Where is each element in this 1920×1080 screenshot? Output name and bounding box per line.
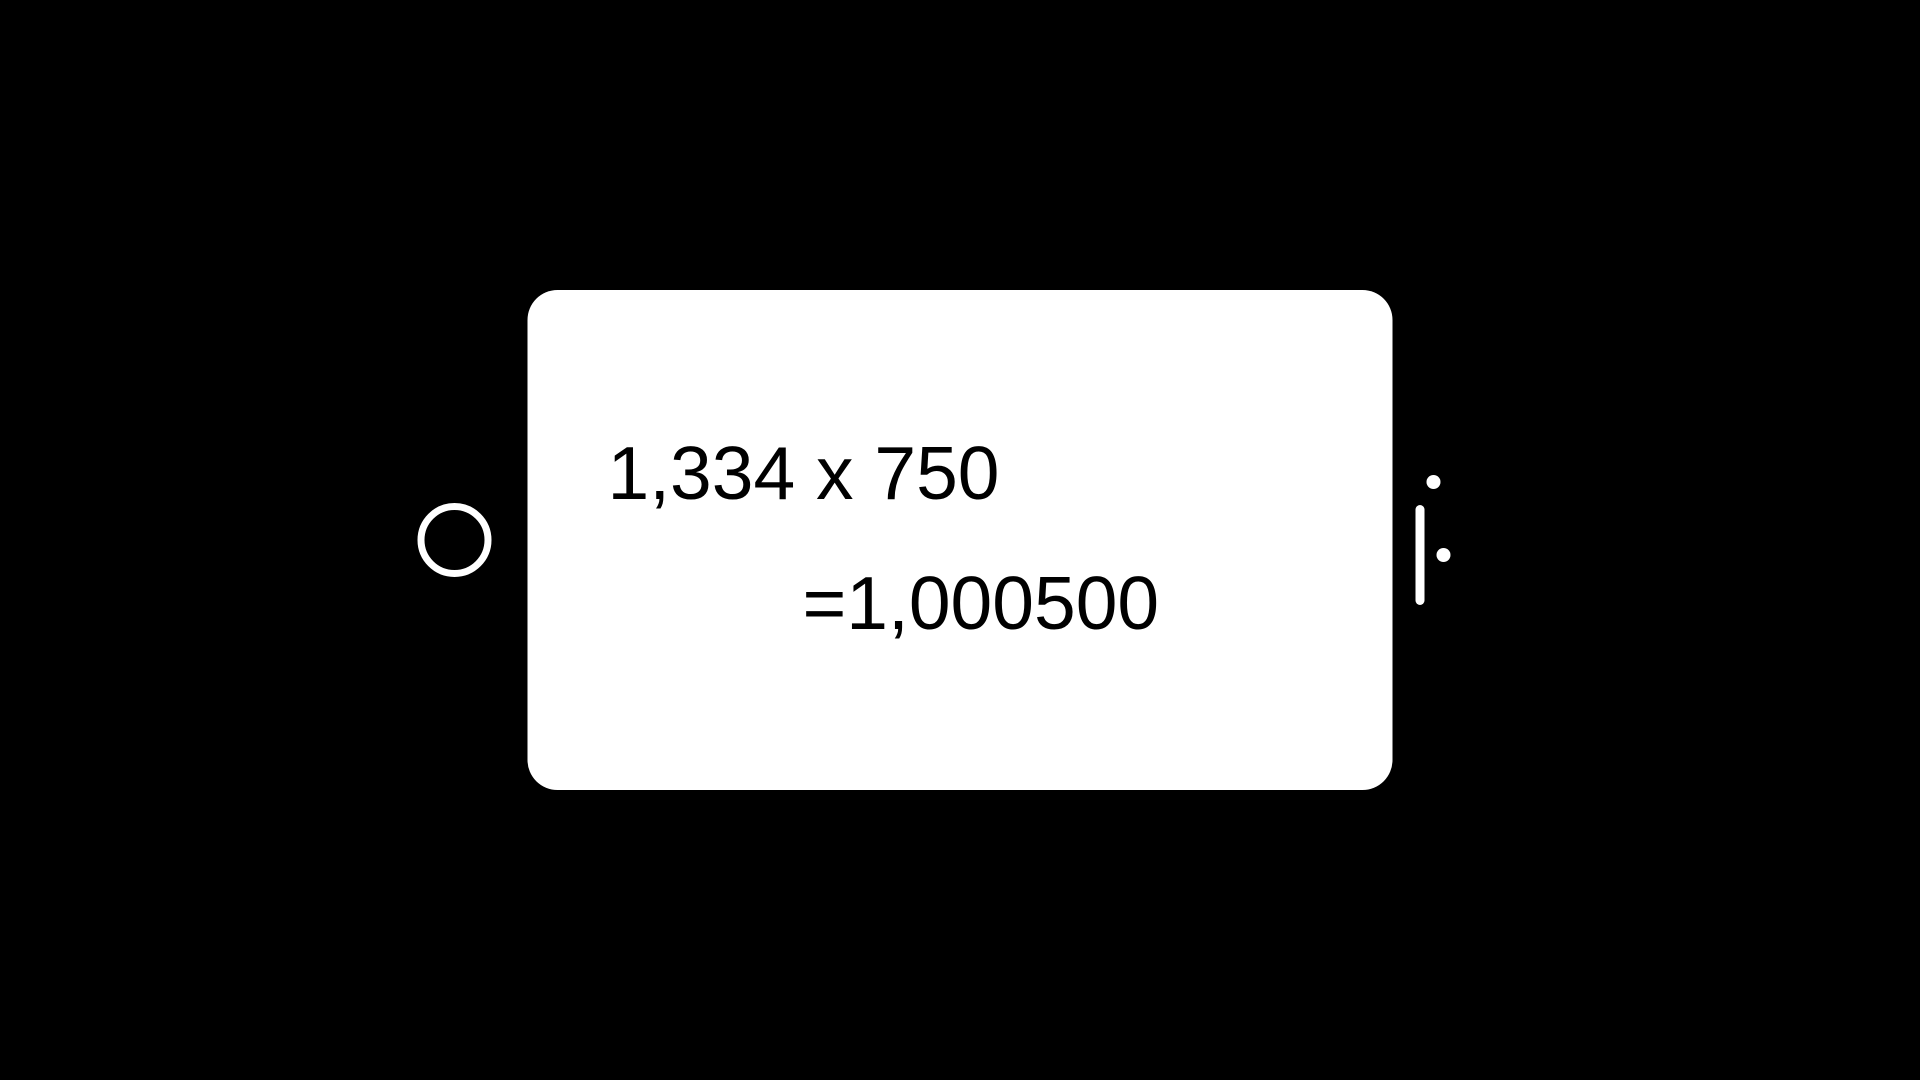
- phone-screen: 1,334 x 750 =1,000500: [528, 290, 1393, 790]
- speaker-row: [1416, 505, 1451, 605]
- result-text: =1,000500: [803, 560, 1393, 646]
- sensor-dot-icon: [1437, 548, 1451, 562]
- speaker-slot-icon: [1416, 505, 1425, 605]
- speaker-camera-group: [1416, 475, 1451, 605]
- phone-device: 1,334 x 750 =1,000500: [528, 290, 1393, 790]
- camera-dot-icon: [1426, 475, 1440, 489]
- home-button-icon: [418, 503, 492, 577]
- resolution-text: 1,334 x 750: [608, 430, 1393, 516]
